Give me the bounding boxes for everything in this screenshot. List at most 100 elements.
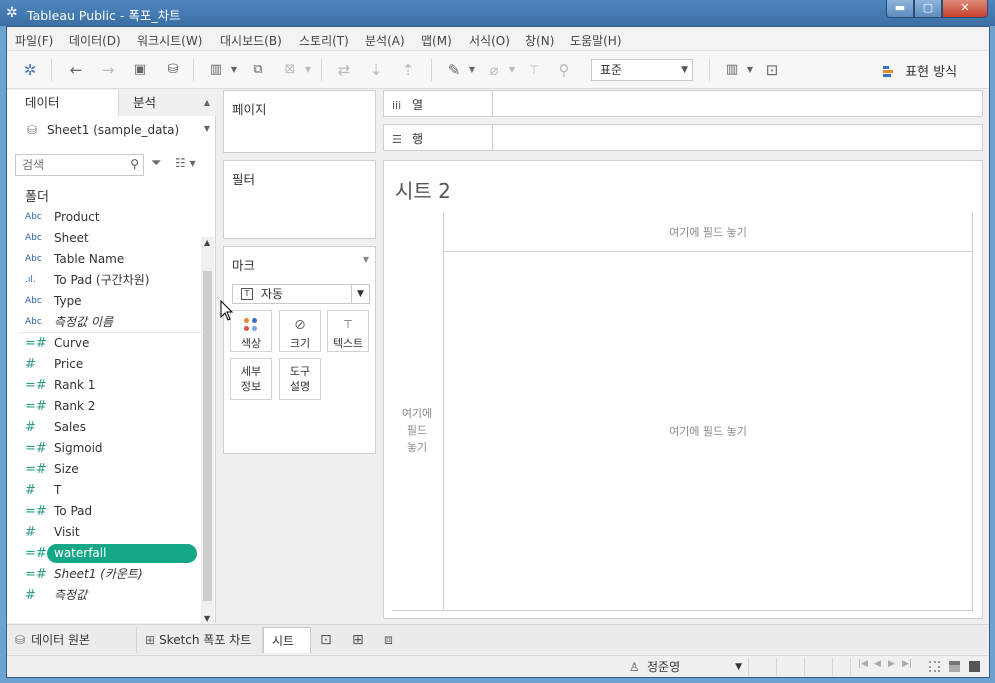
tab-sheet-sketch[interactable]: ⊞ Sketch 폭포 차트 <box>137 627 263 653</box>
field-item[interactable]: Abc Table Name <box>19 249 201 270</box>
view-drop-zone[interactable]: 여기에 필드 놓기 <box>444 423 972 439</box>
field-item[interactable]: .ıl. To Pad (구간차원) <box>19 270 201 291</box>
sort-descending-icon[interactable]: ⇡ <box>397 59 419 81</box>
menu-help[interactable]: 도움말(H) <box>570 32 622 49</box>
undo-icon[interactable]: ← <box>65 59 87 81</box>
user-menu[interactable]: ♙ 정준영 ▼ <box>621 658 749 676</box>
tooltip-label-2: 설명 <box>289 380 311 393</box>
menu-file[interactable]: 파일(F) <box>15 32 53 49</box>
search-icon[interactable]: ⚲ <box>130 157 139 171</box>
scroll-up-icon[interactable]: ▲ <box>204 238 210 247</box>
presentation-mode-icon[interactable]: ⊡ <box>761 59 783 81</box>
save-icon[interactable]: ▣ <box>129 59 151 81</box>
tableau-home-icon[interactable]: ✲ <box>19 59 41 81</box>
field-item[interactable]: # Price <box>19 354 201 375</box>
menu-map[interactable]: 맵(M) <box>421 32 452 49</box>
tab-sheet-2[interactable]: 시트 2 <box>263 627 311 674</box>
tab-data-source[interactable]: ⛁ 데이터 원본 <box>7 627 137 653</box>
tooltip-button[interactable]: 도구 설명 <box>279 358 321 400</box>
tab-data[interactable]: 데이터 <box>7 90 119 116</box>
menu-worksheet[interactable]: 워크시트(W) <box>137 32 202 49</box>
field-item[interactable]: Abc Product <box>19 207 201 228</box>
field-item[interactable]: =# Rank 2 <box>19 396 201 417</box>
show-me-button[interactable]: 표현 방식 <box>883 61 957 80</box>
menu-data[interactable]: 데이터(D) <box>69 32 121 49</box>
filter-icon[interactable]: ⏷ <box>151 156 161 171</box>
field-item[interactable]: =# Rank 1 <box>19 375 201 396</box>
field-item[interactable]: =# waterfall <box>19 543 201 564</box>
field-item[interactable]: =# Sheet1 (카운트) <box>19 564 201 585</box>
chevron-down-icon[interactable]: ▼ <box>297 59 319 81</box>
new-worksheet-icon[interactable]: ⊡ <box>320 632 332 648</box>
menu-dashboard[interactable]: 대시보드(B) <box>220 32 282 49</box>
rows-shelf[interactable]: ☰ 행 <box>383 124 983 151</box>
field-list-scrollbar[interactable]: ▲ ▼ <box>201 237 214 623</box>
window-title: Tableau Public - 폭포_차트 <box>27 8 181 23</box>
dimension-type-icon: Abc <box>25 317 42 327</box>
database-icon: ⛁ <box>15 633 26 647</box>
close-button[interactable]: ✕ <box>942 0 988 18</box>
menu-analysis[interactable]: 분석(A) <box>365 32 405 49</box>
column-drop-zone[interactable]: 여기에 필드 놓기 <box>444 224 972 240</box>
toolbar-separator <box>51 59 52 81</box>
detail-button[interactable]: 세부 정보 <box>230 358 272 400</box>
menu-format[interactable]: 서식(O) <box>469 32 510 49</box>
field-item[interactable]: =# Curve <box>19 333 201 354</box>
field-item[interactable]: # Sales <box>19 417 201 438</box>
field-name: To Pad <box>54 504 93 518</box>
search-input[interactable] <box>16 155 121 175</box>
marks-menu-icon[interactable]: ▼ <box>363 255 369 264</box>
next-sheet-icon[interactable]: ▶ <box>888 659 895 669</box>
size-button[interactable]: ⊘ 크기 <box>279 310 321 352</box>
field-item[interactable]: =# Sigmoid <box>19 438 201 459</box>
field-item[interactable]: Abc Type <box>19 291 201 312</box>
minimize-button[interactable]: ▬ <box>886 0 914 18</box>
filmstrip-icon[interactable] <box>949 661 960 672</box>
redo-icon[interactable]: → <box>97 59 119 81</box>
data-source-item[interactable]: ⛁ Sheet1 (sample_data) <box>27 123 179 137</box>
field-item[interactable]: Abc 측정값 이름 <box>19 312 201 333</box>
scroll-down-icon[interactable]: ▼ <box>204 614 210 623</box>
tabs-view-icon[interactable] <box>969 661 980 672</box>
color-button[interactable]: 색상 <box>230 310 272 352</box>
menu-window[interactable]: 창(N) <box>525 32 554 49</box>
fit-dropdown[interactable]: 표준 ▼ <box>591 59 693 81</box>
last-sheet-icon[interactable]: ▶| <box>902 659 912 669</box>
worksheet-title[interactable]: 시트 2 <box>395 175 451 204</box>
new-dashboard-icon[interactable]: ⊞ <box>352 632 364 648</box>
new-data-source-icon[interactable]: ⛁ <box>162 59 184 81</box>
field-item[interactable]: # 측정값 <box>19 585 201 606</box>
chevron-down-icon[interactable]: ▼ <box>461 59 483 81</box>
size-icon: ⊘ <box>294 317 306 333</box>
text-button[interactable]: ⊤ 텍스트 <box>327 310 369 352</box>
maximize-button[interactable]: ▢ <box>914 0 942 18</box>
chevron-down-icon[interactable]: ▼ <box>739 59 761 81</box>
new-story-icon[interactable]: ⧈ <box>384 632 393 648</box>
field-item[interactable]: Abc Sheet <box>19 228 201 249</box>
chevron-down-icon[interactable]: ▼ <box>501 59 523 81</box>
previous-sheet-icon[interactable]: ◀ <box>874 659 881 669</box>
field-item[interactable]: # Visit <box>19 522 201 543</box>
field-item[interactable]: # T <box>19 480 201 501</box>
sort-ascending-icon[interactable]: ⇣ <box>365 59 387 81</box>
sheet-sorter-icon[interactable] <box>929 661 940 672</box>
scroll-thumb[interactable] <box>203 271 212 601</box>
menu-story[interactable]: 스토리(T) <box>299 32 349 49</box>
field-item[interactable]: =# Size <box>19 459 201 480</box>
duplicate-icon[interactable]: ⧉ <box>247 59 269 81</box>
chevron-down-icon[interactable]: ▼ <box>223 59 245 81</box>
pages-card[interactable]: 페이지 <box>223 90 376 153</box>
tab-data-source-label: 데이터 원본 <box>31 633 91 647</box>
first-sheet-icon[interactable]: |◀ <box>858 659 868 669</box>
swap-icon[interactable]: ⇄ <box>333 59 355 81</box>
mark-type-dropdown[interactable]: T 자동 ▼ <box>232 284 370 304</box>
filters-card[interactable]: 필터 <box>223 160 376 239</box>
dimension-type-icon: Abc <box>25 233 42 243</box>
tab-analysis[interactable]: 분석 ▲ ▼ <box>119 90 216 133</box>
row-drop-zone[interactable]: 여기에 필드 놓기 <box>392 405 442 456</box>
labels-icon[interactable]: ⊤ <box>523 59 545 81</box>
pin-icon[interactable]: ⚲ <box>553 59 575 81</box>
view-options-icon[interactable]: ☷ ▾ <box>175 156 196 170</box>
field-item[interactable]: =# To Pad <box>19 501 201 522</box>
columns-shelf[interactable]: iii 열 <box>383 90 983 117</box>
